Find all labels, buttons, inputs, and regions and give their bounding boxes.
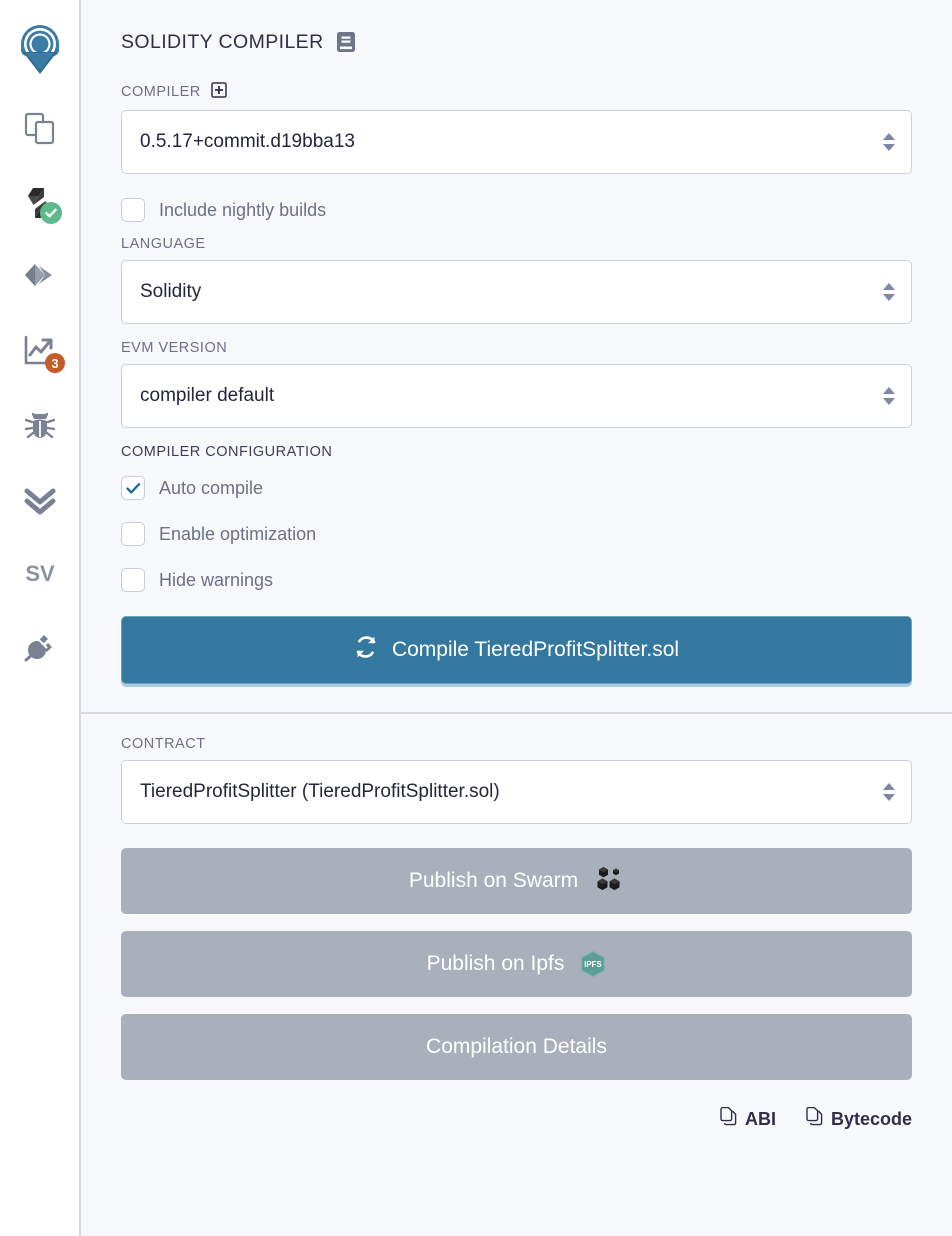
hide-warnings-label: Hide warnings	[159, 569, 274, 590]
deploy-run-transactions-icon	[24, 264, 52, 286]
panel-header: SOLIDITY COMPILER	[81, 0, 952, 56]
auto-compile-checkbox[interactable]	[121, 476, 145, 500]
checkmark-icon	[125, 482, 140, 494]
copy-links-row: ABI Bytecode	[81, 1097, 952, 1131]
language-label: LANGUAGE	[121, 236, 206, 252]
swarm-cubes-glyph	[597, 867, 620, 891]
publish-on-ipfs-button[interactable]: Publish on Ipfs IPFS	[121, 931, 912, 997]
nightly-builds-checkbox[interactable]	[121, 198, 145, 222]
plugin-manager-icon	[24, 635, 52, 662]
svg-text:SV: SV	[25, 561, 55, 586]
compilation-details-label: Compilation Details	[426, 1035, 607, 1058]
compiler-version-value: 0.5.17+commit.d19bba13	[140, 131, 355, 152]
svg-text:IPFS: IPFS	[585, 960, 603, 969]
enable-optimization-checkbox[interactable]	[121, 522, 145, 546]
ipfs-hex-glyph: IPFS	[581, 950, 606, 978]
debugger-icon	[24, 412, 55, 439]
unit-testing-icon	[24, 488, 55, 515]
auto-compile-label: Auto compile	[159, 477, 264, 498]
sync-glyph	[356, 636, 376, 658]
enable-optimization-label: Enable optimization	[159, 523, 317, 544]
plus-square-glyph	[211, 82, 227, 98]
sidebar-item-sourcify[interactable]: SV	[0, 536, 79, 610]
swarm-cubes-icon	[594, 864, 624, 898]
sidebar-item-solidity-compiler[interactable]	[0, 166, 79, 240]
compiler-configuration-label: COMPILER CONFIGURATION	[121, 444, 333, 460]
compile-button-label: Compile TieredProfitSplitter.sol	[391, 638, 680, 661]
chevron-updown-icon	[883, 387, 895, 405]
sidebar-icon-bar: 3 SV	[0, 0, 81, 1236]
chevron-updown-icon	[883, 283, 895, 301]
compile-success-badge	[40, 202, 62, 224]
arrow-down-icon	[883, 144, 895, 151]
copy-icon	[720, 1106, 737, 1131]
enable-optimization-row[interactable]: Enable optimization	[121, 514, 912, 554]
sidebar-item-file-explorers[interactable]	[0, 92, 79, 166]
chevron-updown-icon	[883, 783, 895, 801]
publish-on-ipfs-label: Publish on Ipfs	[426, 952, 565, 975]
copy-glyph	[720, 1106, 737, 1126]
language-value: Solidity	[140, 281, 202, 302]
sidebar-item-deploy-run[interactable]	[0, 240, 79, 314]
copy-abi-label: ABI	[744, 1108, 776, 1129]
contract-label: CONTRACT	[121, 736, 206, 752]
compilation-details-button[interactable]: Compilation Details	[121, 1014, 912, 1080]
compiler-version-select[interactable]: 0.5.17+commit.d19bba13	[121, 110, 912, 174]
evm-version-value: compiler default	[140, 385, 275, 406]
contract-select[interactable]: TieredProfitSplitter (TieredProfitSplitt…	[121, 760, 912, 824]
remix-ide-window: 3 SV SOLIDITY COMPILER COMPILER 0.5.17+c…	[0, 0, 952, 1236]
sync-icon	[354, 635, 378, 665]
file-explorers-icon	[24, 112, 54, 145]
publish-on-swarm-button[interactable]: Publish on Swarm	[121, 848, 912, 914]
auto-compile-row[interactable]: Auto compile	[121, 468, 912, 508]
copy-glyph	[806, 1106, 823, 1126]
arrow-down-icon	[883, 398, 895, 405]
remix-logo-icon	[20, 25, 59, 74]
evm-version-select[interactable]: compiler default	[121, 364, 912, 428]
check-icon	[45, 208, 57, 218]
arrow-up-icon	[883, 783, 895, 790]
solidity-compiler-panel: SOLIDITY COMPILER COMPILER 0.5.17+commit…	[81, 0, 952, 1236]
arrow-up-icon	[883, 387, 895, 394]
sidebar-item-plugin-manager[interactable]	[0, 610, 79, 684]
hide-warnings-row[interactable]: Hide warnings	[121, 560, 912, 600]
contract-value: TieredProfitSplitter (TieredProfitSplitt…	[140, 781, 500, 802]
compiler-settings-section: COMPILER 0.5.17+commit.d19bba13 Include …	[81, 56, 952, 708]
ipfs-hex-icon: IPFS	[580, 950, 606, 978]
publish-on-swarm-label: Publish on Swarm	[408, 869, 579, 892]
compiler-label: COMPILER	[121, 84, 201, 100]
plus-square-icon[interactable]	[211, 82, 227, 102]
evm-version-label: EVM VERSION	[121, 340, 228, 356]
copy-abi-button[interactable]: ABI	[720, 1106, 776, 1131]
nightly-builds-label: Include nightly builds	[159, 199, 327, 220]
book-icon[interactable]	[336, 31, 356, 53]
sourcify-icon: SV	[25, 561, 55, 586]
remix-logo[interactable]	[0, 10, 79, 92]
arrow-up-icon	[883, 283, 895, 290]
copy-bytecode-button[interactable]: Bytecode	[806, 1106, 912, 1131]
contract-section: CONTRACT TieredProfitSplitter (TieredPro…	[81, 714, 952, 1097]
compile-button[interactable]: Compile TieredProfitSplitter.sol	[121, 616, 912, 684]
chevron-updown-icon	[883, 133, 895, 151]
sidebar-item-unit-testing[interactable]	[0, 462, 79, 536]
language-select[interactable]: Solidity	[121, 260, 912, 324]
copy-bytecode-label: Bytecode	[830, 1108, 912, 1129]
compiler-label-row: COMPILER	[121, 82, 912, 102]
sidebar-item-analysis[interactable]: 3	[0, 314, 79, 388]
hide-warnings-checkbox[interactable]	[121, 568, 145, 592]
arrow-down-icon	[883, 294, 895, 301]
page-title: SOLIDITY COMPILER	[121, 30, 324, 53]
book-glyph	[336, 32, 355, 52]
copy-icon	[806, 1106, 823, 1131]
nightly-builds-row[interactable]: Include nightly builds	[121, 190, 912, 230]
arrow-down-icon	[883, 794, 895, 801]
sidebar-item-debugger[interactable]	[0, 388, 79, 462]
arrow-up-icon	[883, 133, 895, 140]
analysis-count-badge: 3	[45, 353, 65, 373]
